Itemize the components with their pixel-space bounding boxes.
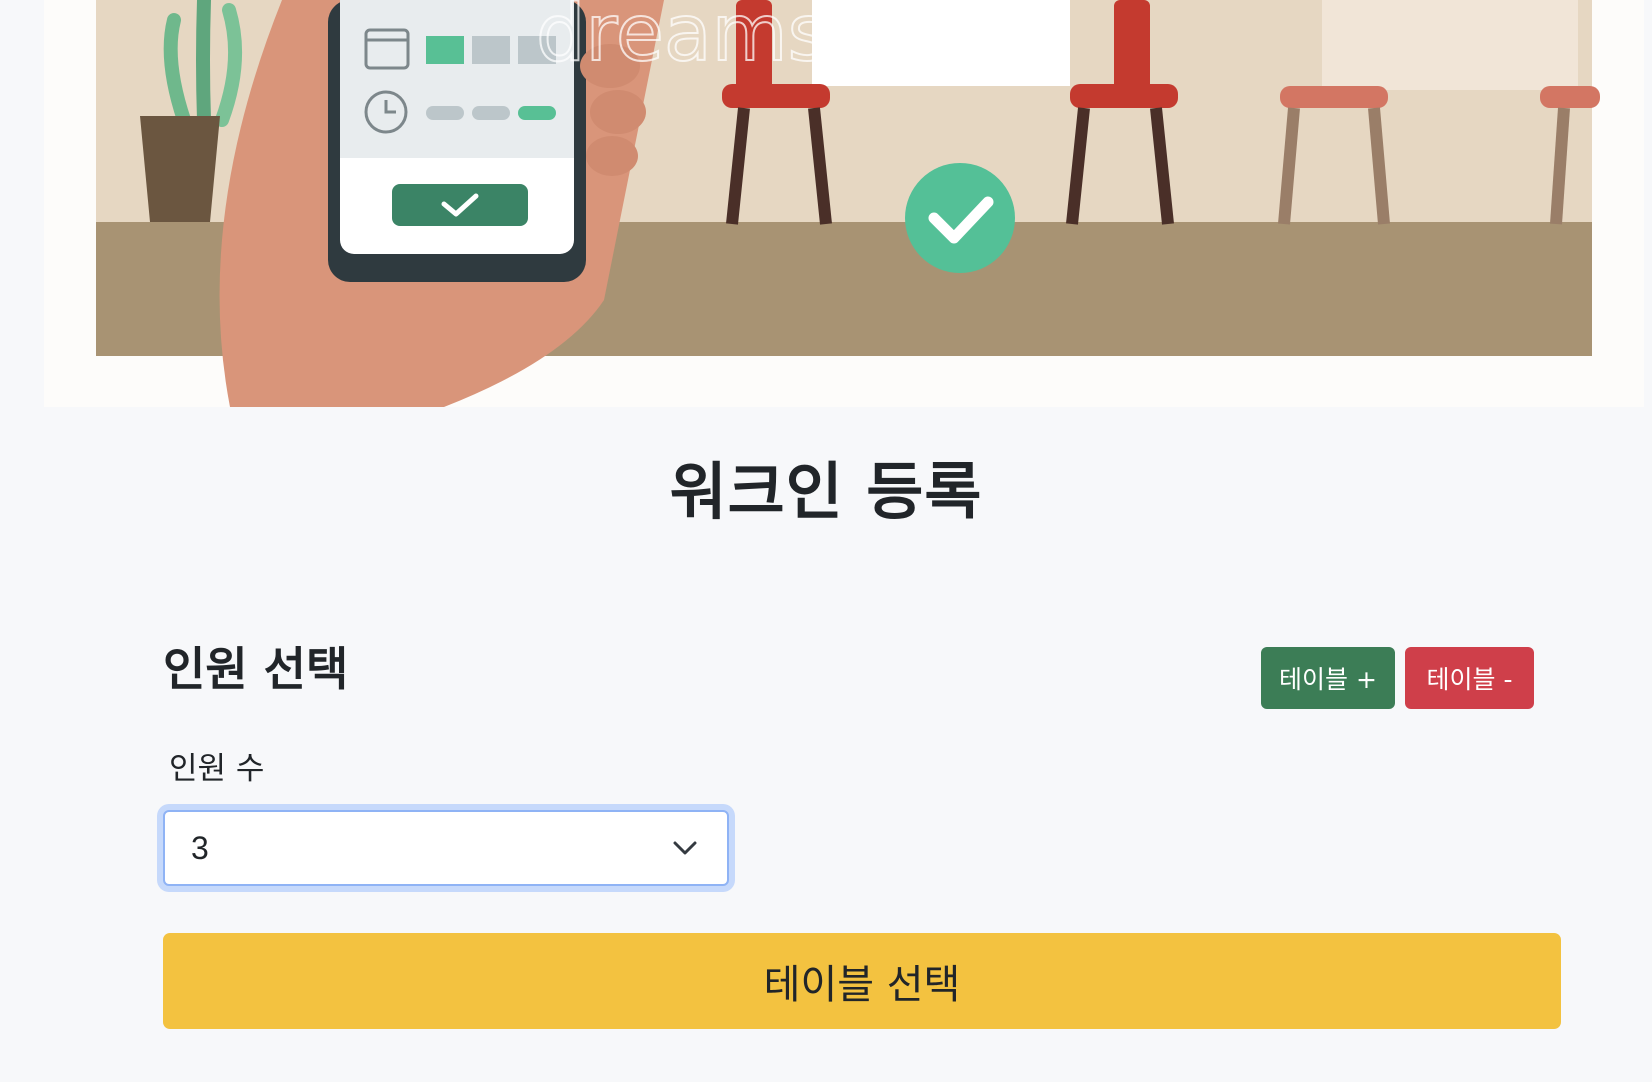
select-table-button[interactable]: 테이블 선택: [163, 933, 1561, 1029]
party-size-select[interactable]: 3: [163, 810, 729, 886]
page-title: 워크인 등록: [669, 455, 983, 528]
party-size-label: 인원 수: [169, 751, 265, 787]
add-table-button[interactable]: 테이블 +: [1261, 647, 1395, 709]
chevron-down-icon: [673, 841, 697, 855]
svg-text:dreamstime: dreamstime: [536, 0, 1005, 79]
section-title: 인원 선택: [163, 642, 349, 696]
remove-table-button[interactable]: 테이블 -: [1405, 647, 1534, 709]
hero-banner: dreamstime: [44, 0, 1644, 407]
check-circle-icon: [905, 163, 1015, 273]
restaurant-booking-illustration: dreamstime: [96, 0, 1600, 407]
party-size-value: 3: [191, 829, 209, 866]
